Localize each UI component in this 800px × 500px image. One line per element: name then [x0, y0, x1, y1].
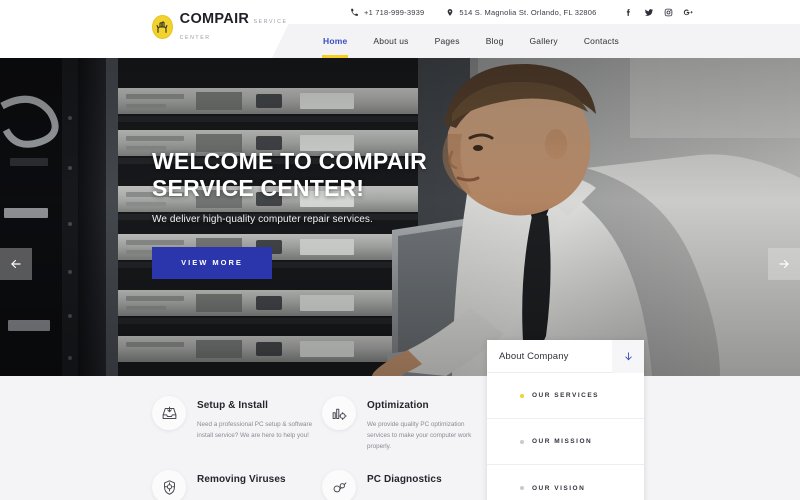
- about-item-our-mission[interactable]: OUR MISSION: [487, 419, 644, 465]
- address-text: 514 S. Magnolia St. Orlando, FL 32806: [459, 7, 597, 17]
- instagram-icon: [664, 8, 673, 16]
- hero-title-line-2: SERVICE CENTER!: [152, 174, 365, 201]
- nav-label-home: Home: [323, 36, 348, 46]
- nav-label-about-us: About us: [373, 36, 409, 46]
- view-more-button[interactable]: VIEW MORE: [152, 246, 272, 279]
- nav-label-blog: Blog: [485, 36, 504, 46]
- twitter-link[interactable]: [643, 6, 655, 18]
- slider-prev-button[interactable]: [0, 248, 32, 280]
- arrow-right-icon: [779, 259, 789, 269]
- hero-title: WELCOME TO COMPAIR SERVICE CENTER!: [152, 148, 482, 202]
- about-item-label: OUR SERVICES: [532, 392, 600, 399]
- wrench-gear-icon: [322, 470, 356, 500]
- twitter-icon: [644, 8, 653, 16]
- nav-item-pages[interactable]: Pages: [422, 24, 473, 58]
- service-title: PC Diagnostics: [367, 474, 442, 485]
- googleplus-link[interactable]: [683, 6, 695, 18]
- logo-panel: COMPAIR SERVICE CENTER: [0, 0, 300, 58]
- nav-item-gallery[interactable]: Gallery: [517, 24, 571, 58]
- landing-page: WELCOME TO COMPAIR SERVICE CENTER! We de…: [0, 0, 800, 500]
- about-item-label: OUR MISSION: [532, 438, 593, 445]
- shield-bug-icon: [152, 470, 186, 500]
- service-card-optimization[interactable]: Optimization We provide quality PC optim…: [322, 394, 492, 468]
- about-item-label: OUR VISION: [532, 484, 586, 492]
- hand-screwdriver-icon: [152, 15, 173, 39]
- service-title: Setup & Install: [197, 400, 268, 411]
- service-card-removing-viruses[interactable]: Removing Viruses: [152, 468, 322, 500]
- nav-item-contacts[interactable]: Contacts: [571, 24, 632, 58]
- arrow-left-icon: [11, 259, 21, 269]
- address-contact[interactable]: 514 S. Magnolia St. Orlando, FL 32806: [446, 8, 596, 17]
- services-section: Setup & Install Need a professional PC s…: [0, 376, 800, 500]
- wrench-gear-glyph: [333, 481, 346, 492]
- instagram-link[interactable]: [663, 6, 675, 18]
- googleplus-icon: [683, 9, 693, 15]
- nav-active-underline: [322, 55, 349, 58]
- chart-gear-glyph: [332, 408, 347, 420]
- bullet-icon: [520, 486, 524, 490]
- hero-title-line-1: WELCOME TO COMPAIR: [152, 148, 427, 174]
- nav-list: Home About us Pages Blog Gallery Contact…: [310, 24, 632, 58]
- nav-label-pages: Pages: [434, 36, 460, 46]
- logo-name: COMPAIR: [179, 11, 250, 27]
- phone-contact[interactable]: +1 718-999-3939: [350, 8, 424, 17]
- inbox-download-icon: [152, 396, 186, 430]
- service-text: Need a professional PC setup & software …: [197, 421, 313, 440]
- service-card-setup-install[interactable]: Setup & Install Need a professional PC s…: [152, 394, 322, 468]
- service-card-pc-diagnostics[interactable]: PC Diagnostics: [322, 468, 492, 500]
- bullet-icon: [520, 439, 524, 444]
- facebook-icon: [626, 8, 630, 16]
- about-company-header[interactable]: About Company: [487, 339, 644, 373]
- hero-subtitle: We deliver high-quality computer repair …: [152, 213, 373, 225]
- nav-label-gallery: Gallery: [529, 36, 558, 46]
- about-item-our-services[interactable]: OUR SERVICES: [487, 373, 644, 419]
- about-company-title: About Company: [499, 350, 569, 362]
- inbox-download-glyph: [162, 406, 176, 419]
- chart-gear-icon: [322, 396, 356, 430]
- service-title: Optimization: [367, 400, 429, 411]
- nav-item-home[interactable]: Home: [310, 24, 360, 58]
- bullet-icon: [520, 393, 524, 398]
- arrow-down-icon: [624, 351, 632, 360]
- phone-icon: [351, 8, 358, 16]
- service-title: Removing Viruses: [197, 474, 286, 485]
- nav-item-about-us[interactable]: About us: [360, 24, 421, 58]
- nav-label-contacts: Contacts: [583, 36, 619, 46]
- about-company-panel: About Company OUR SERVICES OUR MISSION O…: [487, 339, 644, 500]
- social-links: [623, 6, 695, 18]
- facebook-link[interactable]: [623, 6, 635, 18]
- about-item-our-vision[interactable]: OUR VISION: [487, 465, 644, 500]
- site-logo[interactable]: COMPAIR SERVICE CENTER: [152, 11, 300, 43]
- phone-number: +1 718-999-3939: [364, 7, 425, 17]
- hero-caption: WELCOME TO COMPAIR SERVICE CENTER! We de…: [152, 148, 482, 279]
- slider-next-button[interactable]: [768, 248, 800, 280]
- map-pin-icon: [448, 8, 453, 16]
- shield-bug-glyph: [163, 479, 175, 495]
- about-company-toggle-button[interactable]: [612, 339, 644, 373]
- services-grid: Setup & Install Need a professional PC s…: [152, 394, 492, 500]
- nav-item-blog[interactable]: Blog: [473, 24, 517, 58]
- hand-screwdriver-glyph: [156, 21, 168, 33]
- hero-slider: WELCOME TO COMPAIR SERVICE CENTER! We de…: [0, 58, 800, 376]
- service-text: We provide quality PC optimization servi…: [367, 421, 472, 451]
